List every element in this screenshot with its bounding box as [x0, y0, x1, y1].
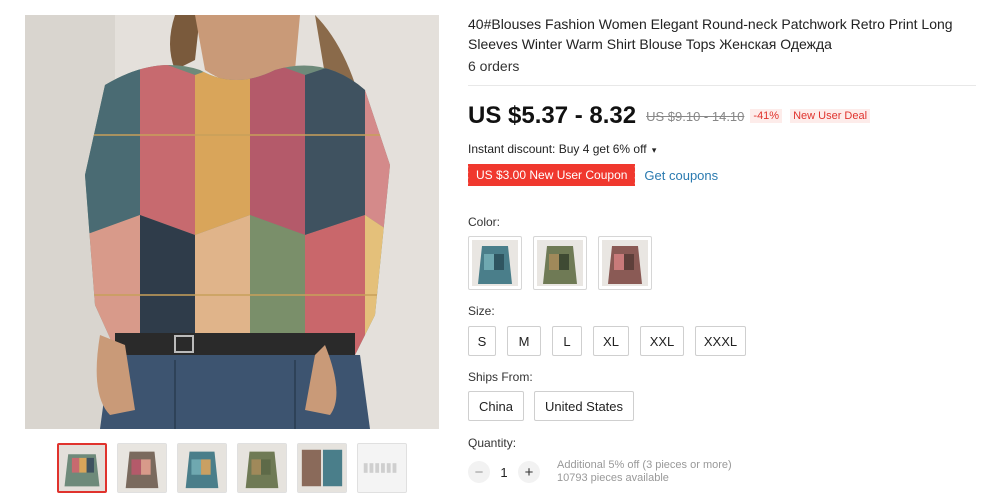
coupon-row: US $3.00 New User Coupon Get coupons	[465, 164, 718, 186]
stock-available-text: 10793 pieces available	[557, 472, 669, 484]
instant-discount-text: Instant discount: Buy 4 get 6% off	[468, 142, 647, 156]
chevron-down-icon: ▾	[651, 145, 657, 155]
size-option-m[interactable]: M	[507, 326, 541, 356]
thumbnail-5[interactable]	[297, 443, 347, 493]
instant-discount[interactable]: Instant discount: Buy 4 get 6% off ▾	[468, 142, 656, 156]
color-option-3[interactable]	[598, 236, 652, 290]
quantity-info: Additional 5% off (3 pieces or more) 107…	[557, 459, 732, 485]
price-row: US $5.37 - 8.32 US $9.10 - 14.10 -41% Ne…	[468, 102, 871, 130]
size-label: Size:	[468, 304, 495, 318]
get-coupons-link[interactable]: Get coupons	[644, 168, 718, 183]
new-user-coupon[interactable]: US $3.00 New User Coupon	[465, 164, 636, 186]
quantity-label: Quantity:	[468, 436, 517, 450]
thumbnail-1[interactable]	[57, 443, 107, 493]
thumbnail-6[interactable]	[357, 443, 407, 493]
color-options	[468, 236, 652, 290]
size-options: S M L XL XXL XXXL	[468, 326, 746, 356]
color-option-2[interactable]	[533, 236, 587, 290]
current-price: US $5.37 - 8.32	[468, 102, 637, 129]
ships-from-options: China United States	[468, 391, 635, 421]
quantity-plus-button[interactable]: +	[518, 461, 540, 483]
order-count: 6 orders	[468, 58, 520, 74]
color-option-1[interactable]	[468, 236, 522, 290]
product-title: 40#Blouses Fashion Women Elegant Round-n…	[468, 16, 953, 52]
thumbnail-4[interactable]	[237, 443, 287, 493]
thumbnail-2[interactable]	[117, 443, 167, 493]
bulk-discount-text: Additional 5% off (3 pieces or more)	[557, 459, 732, 471]
size-option-l[interactable]: L	[552, 326, 582, 356]
thumbnail-3[interactable]	[177, 443, 227, 493]
thumbnail-strip	[57, 443, 407, 493]
divider	[468, 85, 976, 86]
main-product-image[interactable]	[25, 15, 439, 429]
new-user-deal-badge: New User Deal	[790, 109, 871, 123]
quantity-stepper: − 1 + Additional 5% off (3 pieces or mor…	[468, 459, 732, 485]
size-option-xl[interactable]: XL	[593, 326, 629, 356]
discount-badge: -41%	[750, 109, 783, 123]
ships-from-label: Ships From:	[468, 370, 533, 384]
original-price: US $9.10 - 14.10	[646, 108, 745, 124]
color-label: Color:	[468, 215, 501, 229]
quantity-value[interactable]: 1	[490, 465, 518, 480]
size-option-xxxl[interactable]: XXXL	[695, 326, 746, 356]
size-option-s[interactable]: S	[468, 326, 496, 356]
ships-from-china[interactable]: China	[468, 391, 524, 421]
quantity-minus-button[interactable]: −	[468, 461, 490, 483]
ships-from-united-states[interactable]: United States	[533, 391, 635, 421]
size-option-xxl[interactable]: XXL	[640, 326, 684, 356]
